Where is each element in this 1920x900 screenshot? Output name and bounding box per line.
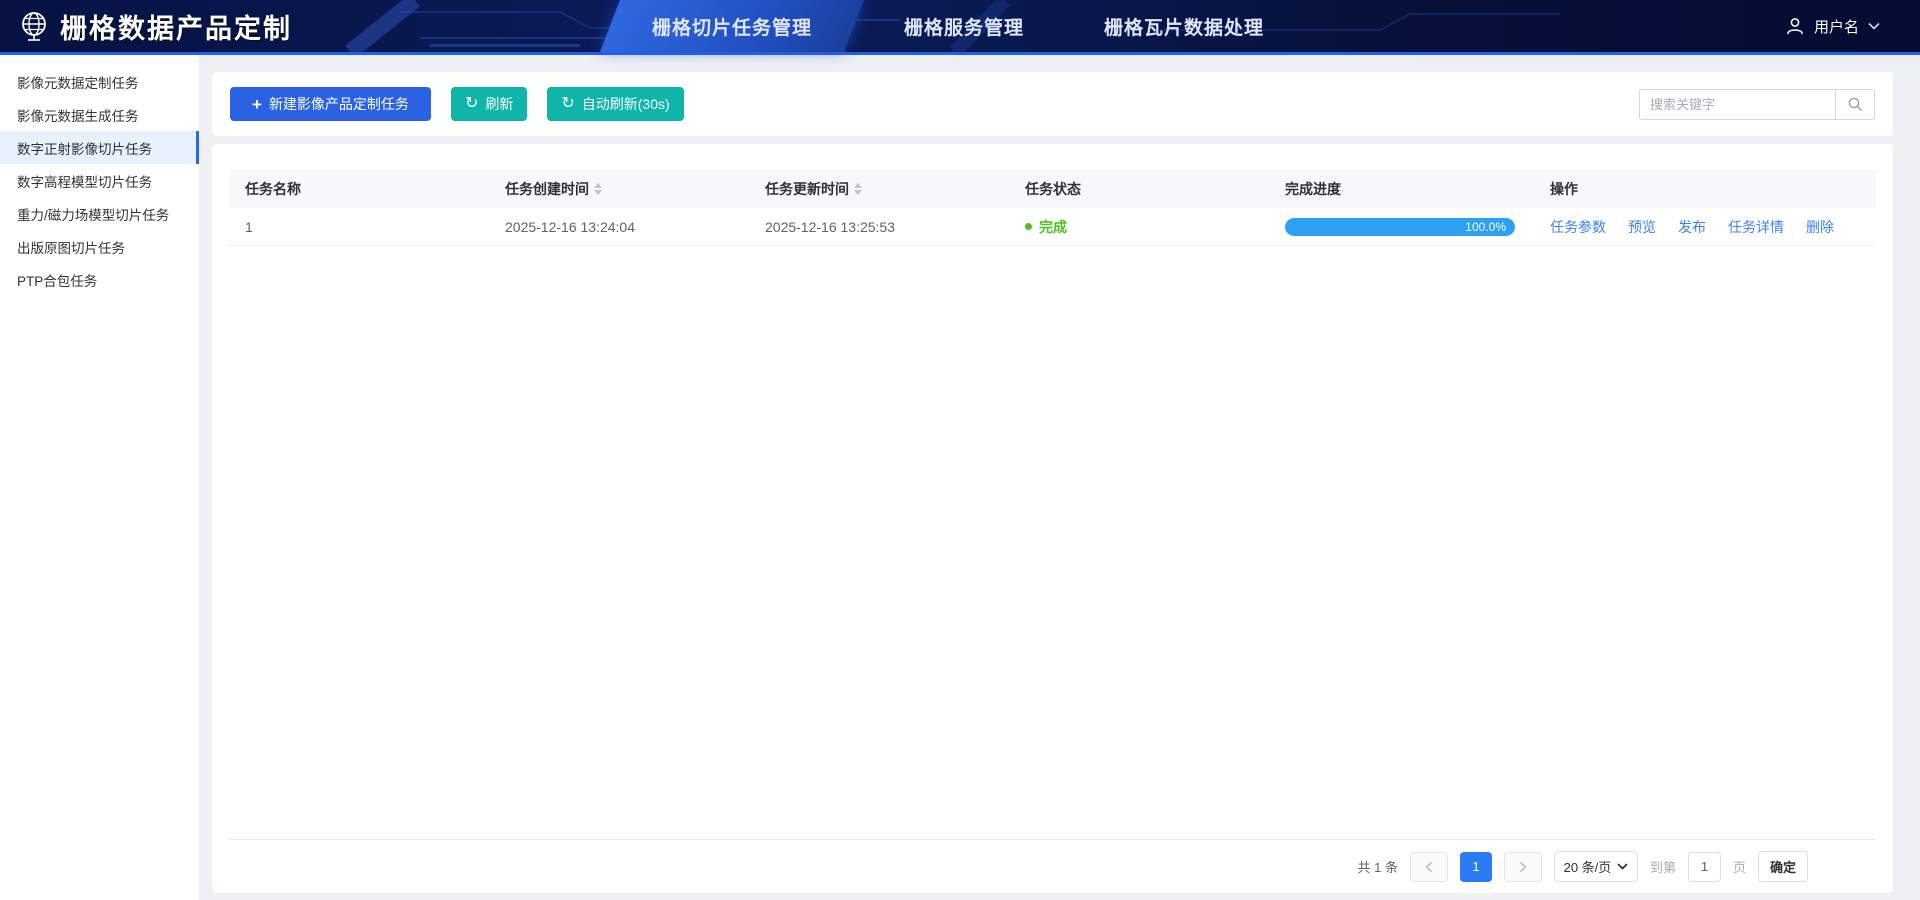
plus-icon: + [252, 96, 262, 113]
top-nav: 栅格切片任务管理 栅格服务管理 栅格瓦片数据处理 [600, 0, 1304, 52]
status-cell: 完成 [1009, 217, 1269, 237]
chevron-down-icon [1868, 22, 1880, 30]
user-menu[interactable]: 用户名 [1785, 0, 1880, 52]
goto-confirm-button[interactable]: 确定 [1758, 851, 1808, 882]
task-table-card: 任务名称 任务创建时间 任务更新时间 任务状态 完成进度 操作 1 2025-1… [212, 144, 1893, 893]
refresh-icon: ↻ [465, 96, 478, 112]
total-count-label: 共 1 条 [1357, 857, 1397, 876]
goto-page-input[interactable] [1688, 852, 1721, 882]
sidebar-item-published-map-slice-task[interactable]: 出版原图切片任务 [0, 230, 199, 263]
app-title: 栅格数据产品定制 [60, 7, 292, 46]
chevron-down-icon [1617, 863, 1628, 870]
actions-cell: 任务参数 预览 发布 任务详情 删除 [1534, 217, 1876, 237]
goto-page-prefix-label: 到第 [1650, 857, 1676, 876]
status-dot-icon [1025, 223, 1032, 230]
status-label: 完成 [1039, 217, 1067, 237]
tab-raster-service-mgmt[interactable]: 栅格服务管理 [864, 0, 1064, 52]
progress-label: 100.0% [1465, 220, 1506, 234]
action-publish-link[interactable]: 发布 [1678, 217, 1706, 237]
search-input[interactable] [1639, 89, 1835, 120]
table-empty-space [229, 246, 1876, 839]
main-content: + 新建影像产品定制任务 ↻ 刷新 ↻ 自动刷新(30s) 任务名称 [199, 55, 1920, 900]
refresh-button[interactable]: ↻ 刷新 [451, 87, 527, 121]
search-button[interactable] [1835, 89, 1875, 120]
sort-icon[interactable] [854, 183, 862, 195]
progress-cell: 100.0% [1269, 218, 1534, 236]
col-progress: 完成进度 [1269, 179, 1534, 199]
next-page-button[interactable] [1504, 852, 1542, 882]
table-row: 1 2025-12-16 13:24:04 2025-12-16 13:25:5… [229, 208, 1876, 246]
chevron-left-icon [1424, 861, 1434, 873]
goto-page-suffix-label: 页 [1733, 857, 1746, 876]
tab-raster-tile-data-processing[interactable]: 栅格瓦片数据处理 [1064, 0, 1304, 52]
sidebar-item-gravity-magnetic-slice-task[interactable]: 重力/磁力场模型切片任务 [0, 197, 199, 230]
col-task-name: 任务名称 [229, 179, 489, 199]
task-name-cell: 1 [229, 219, 489, 235]
action-preview-link[interactable]: 预览 [1628, 217, 1656, 237]
tab-raster-slice-task-mgmt[interactable]: 栅格切片任务管理 [600, 0, 864, 52]
page-size-select[interactable]: 20 条/页 [1554, 851, 1638, 882]
pagination: 共 1 条 1 20 条/页 到第 页 确定 [229, 839, 1876, 893]
brand: 栅格数据产品定制 [18, 0, 292, 52]
sidebar: 影像元数据定制任务 影像元数据生成任务 数字正射影像切片任务 数字高程模型切片任… [0, 55, 199, 900]
action-task-detail-link[interactable]: 任务详情 [1728, 217, 1784, 237]
col-actions: 操作 [1534, 179, 1876, 199]
progress-fill: 100.0% [1285, 218, 1515, 236]
chevron-right-icon [1518, 861, 1528, 873]
page-number-button[interactable]: 1 [1460, 852, 1492, 882]
sidebar-item-dem-slice-task[interactable]: 数字高程模型切片任务 [0, 164, 199, 197]
sidebar-item-image-metadata-custom-task[interactable]: 影像元数据定制任务 [0, 65, 199, 98]
new-task-button[interactable]: + 新建影像产品定制任务 [230, 87, 431, 121]
auto-refresh-button[interactable]: ↻ 自动刷新(30s) [547, 87, 683, 121]
col-created-time: 任务创建时间 [489, 179, 749, 199]
col-updated-time: 任务更新时间 [749, 179, 1009, 199]
action-delete-link[interactable]: 删除 [1806, 217, 1834, 237]
action-task-params-link[interactable]: 任务参数 [1550, 217, 1606, 237]
app-header: 栅格数据产品定制 栅格切片任务管理 栅格服务管理 栅格瓦片数据处理 用户名 [0, 0, 1920, 55]
updated-time-cell: 2025-12-16 13:25:53 [749, 219, 1009, 235]
user-icon [1785, 16, 1805, 36]
sidebar-item-image-metadata-generate-task[interactable]: 影像元数据生成任务 [0, 98, 199, 131]
progress-bar: 100.0% [1285, 218, 1515, 236]
created-time-cell: 2025-12-16 13:24:04 [489, 219, 749, 235]
search-icon [1847, 96, 1863, 112]
sidebar-item-ptp-package-task[interactable]: PTP合包任务 [0, 263, 199, 296]
toolbar: + 新建影像产品定制任务 ↻ 刷新 ↻ 自动刷新(30s) [212, 72, 1893, 136]
search-group [1639, 89, 1875, 120]
col-task-status: 任务状态 [1009, 179, 1269, 199]
sort-icon[interactable] [594, 183, 602, 195]
refresh-icon: ↻ [561, 96, 574, 112]
table-header-row: 任务名称 任务创建时间 任务更新时间 任务状态 完成进度 操作 [229, 170, 1876, 208]
username: 用户名 [1814, 16, 1859, 37]
prev-page-button[interactable] [1410, 852, 1448, 882]
globe-logo-icon [18, 10, 50, 42]
sidebar-item-dom-slice-task[interactable]: 数字正射影像切片任务 [0, 131, 199, 164]
